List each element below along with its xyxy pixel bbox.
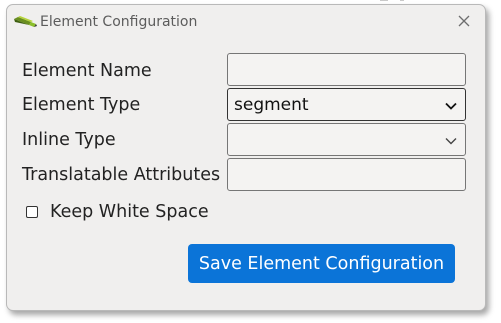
element-type-label: Element Type	[22, 95, 141, 115]
title-bar: Element Configuration	[7, 5, 485, 41]
inline-type-select[interactable]	[227, 123, 466, 156]
chevron-down-icon	[445, 95, 459, 115]
background-mark	[400, 0, 404, 1]
element-type-value: segment	[234, 94, 309, 115]
close-button[interactable]	[453, 11, 475, 33]
keep-white-space-checkbox[interactable]	[26, 206, 38, 218]
element-name-label: Element Name	[22, 61, 152, 81]
chevron-down-icon	[445, 130, 459, 150]
keep-white-space-label: Keep White Space	[50, 202, 209, 222]
element-type-select[interactable]: segment	[227, 88, 466, 121]
element-configuration-dialog: Element Configuration Element Name Eleme…	[6, 4, 486, 311]
screen: Element Configuration Element Name Eleme…	[0, 0, 501, 323]
background-mark	[380, 0, 388, 1]
translatable-attributes-input[interactable]	[227, 158, 466, 191]
save-element-configuration-button[interactable]: Save Element Configuration	[188, 244, 455, 283]
close-icon	[457, 13, 471, 32]
element-name-input[interactable]	[227, 53, 466, 86]
inline-type-label: Inline Type	[22, 130, 116, 150]
pencil-icon	[13, 15, 37, 29]
translatable-attributes-label: Translatable Attributes	[22, 165, 221, 185]
keep-white-space-row: Keep White Space	[26, 201, 209, 223]
window-title: Element Configuration	[40, 14, 198, 30]
